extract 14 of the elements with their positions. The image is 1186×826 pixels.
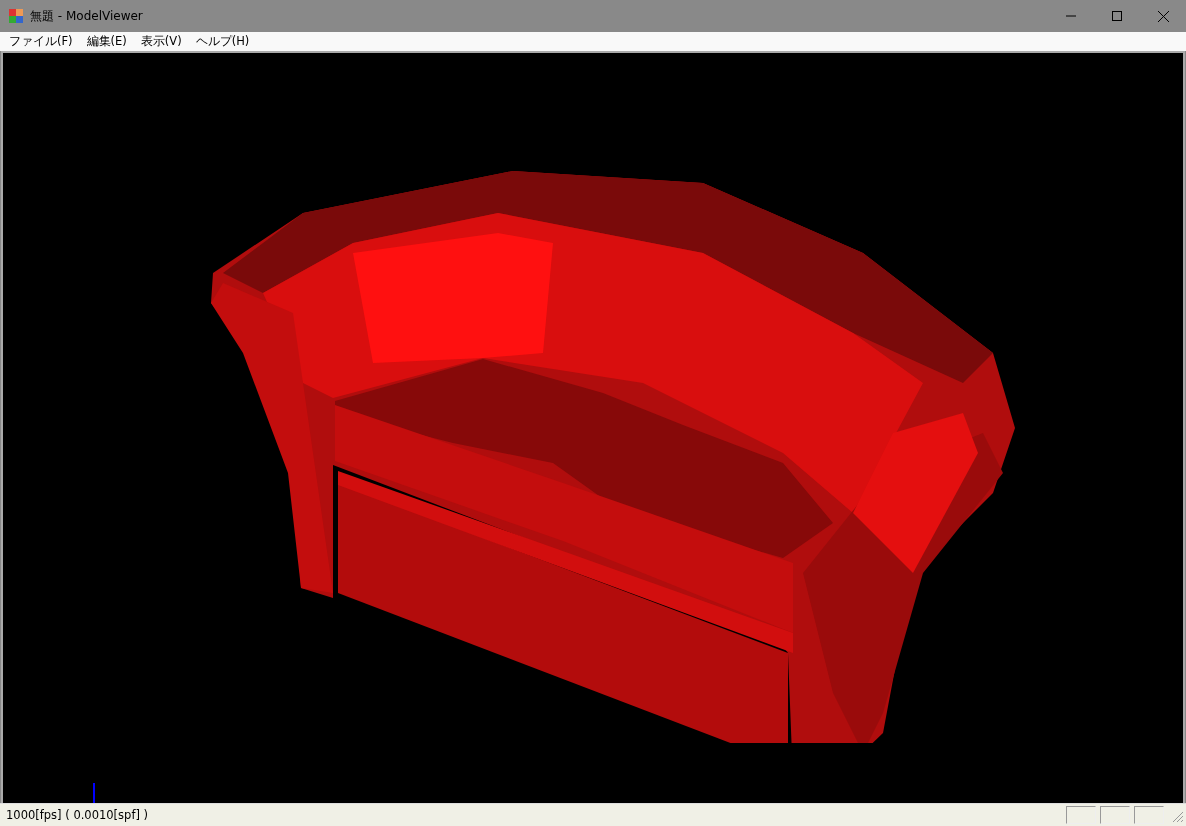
- menu-item[interactable]: 表示(V): [133, 34, 189, 49]
- status-pane: [1100, 806, 1130, 824]
- maximize-icon: [1112, 11, 1122, 21]
- close-icon: [1157, 10, 1169, 22]
- status-pane: [1134, 806, 1164, 824]
- axis-line: [92, 783, 96, 803]
- 3d-viewport[interactable]: [1, 51, 1185, 803]
- app-icon: [8, 8, 24, 24]
- window-title: 無題 - ModelViewer: [30, 7, 144, 25]
- menu-item[interactable]: 編集(E): [79, 34, 134, 49]
- menu-item[interactable]: ファイル(F): [2, 34, 80, 49]
- status-pane: [1066, 806, 1096, 824]
- menu-item[interactable]: ヘルプ(H): [188, 34, 257, 49]
- status-text: 1000[fps] ( 0.0010[spf] ): [5, 808, 150, 822]
